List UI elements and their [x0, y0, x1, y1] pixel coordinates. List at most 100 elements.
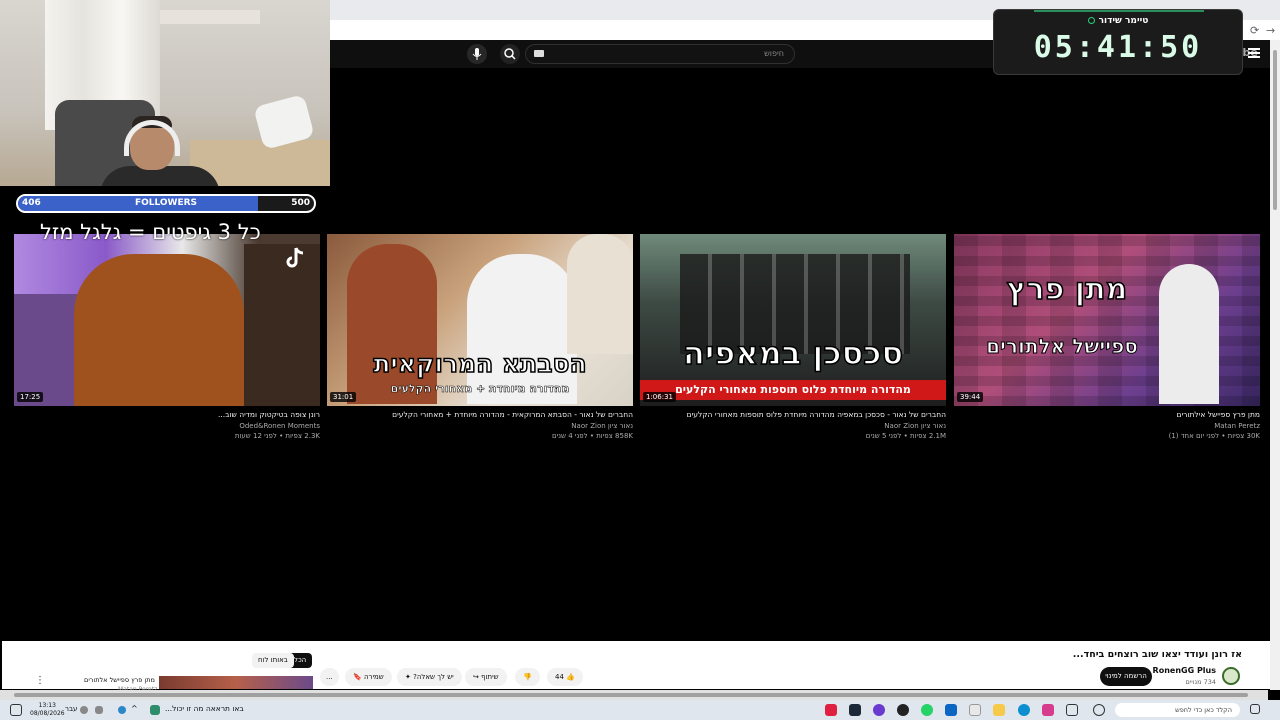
vertical-scrollbar[interactable] [1270, 40, 1280, 690]
start-icon[interactable] [1250, 704, 1260, 714]
video-card[interactable]: סכסכן במאפיה מהדורה מיוחדת פלוס תוספות מ… [640, 234, 946, 446]
mic-icon [472, 48, 482, 60]
search-placeholder: חיפוש [764, 49, 784, 58]
watch-page-info: אז רונן ועודד יצאו שוב רוצחים ביחד... Ro… [2, 641, 1270, 693]
sparkle-icon: ✦ [405, 673, 411, 681]
grandmother-figure [567, 234, 633, 354]
thumb-title-bottom: מהדורה מיוחדת פלוס תוספות מאחורי הקלעים [675, 383, 911, 396]
edge-icon[interactable] [1018, 704, 1030, 716]
language-indicator[interactable]: עבר [65, 705, 77, 713]
cloud-icon[interactable] [118, 706, 126, 714]
video-channel[interactable]: Oded&Ronen Moments [239, 422, 320, 430]
store-icon[interactable] [969, 704, 981, 716]
up-next-title[interactable]: מתן פרץ ספיישל אלתורים [84, 676, 155, 684]
video-thumbnail[interactable]: 17:25 [14, 234, 320, 406]
save-button[interactable]: שמירה 🔖 [345, 668, 392, 686]
taskbar-search[interactable]: הקלד כאן כדי לחפש [1115, 703, 1240, 717]
kebab-menu-icon[interactable]: ⋮ [35, 675, 45, 686]
followers-goal: 500 [291, 198, 310, 208]
cortana-icon[interactable] [1093, 704, 1105, 716]
webcam-feed [0, 0, 330, 186]
steam-icon[interactable] [849, 704, 861, 716]
thumb-title-top: הסבתא המרוקאית [373, 348, 588, 379]
search-icon [504, 48, 516, 60]
like-button[interactable]: 👍 44 [547, 668, 583, 686]
video-meta: 858K צפיות • לפני 4 שנים [552, 432, 633, 440]
horizontal-scrollbar[interactable] [0, 690, 1268, 700]
horizontal-scroll-thumb[interactable] [14, 693, 1248, 697]
keyboard-icon[interactable] [534, 50, 544, 57]
video-duration: 1:06:31 [643, 392, 676, 402]
ask-button[interactable]: יש לך שאלה? ✦ [397, 668, 462, 686]
save-label: שמירה [363, 673, 384, 681]
video-duration: 17:25 [17, 392, 44, 402]
video-title[interactable]: רונן צופה בטיקטוק ומדיה שוב... [14, 410, 320, 419]
refresh-icon[interactable]: ⟳ [1250, 24, 1259, 37]
more-actions-button[interactable]: ... [320, 668, 339, 686]
chip-related[interactable]: באותו לוח [252, 653, 294, 668]
channel-avatar[interactable] [1222, 667, 1240, 685]
video-title[interactable]: מתן פרץ ספיישל אילתורים [954, 410, 1260, 419]
video-thumbnail[interactable]: הסבתא המרוקאית מהדורה מיוחדת + מאחורי הק… [327, 234, 633, 406]
wall-lamp [160, 10, 260, 24]
share-button[interactable]: שיתוף ↪ [465, 668, 507, 686]
thumb-title-bottom: מהדורה מיוחדת + מאחורי הקלעים [390, 382, 570, 396]
taskbar-search-placeholder: הקלד כאן כדי לחפש [1175, 706, 1232, 714]
video-meta: 2.3K צפיות • לפני 12 שעות [234, 432, 320, 440]
video-thumbnail[interactable]: סכסכן במאפיה מהדורה מיוחדת פלוס תוספות מ… [640, 234, 946, 406]
subscribe-button[interactable]: הרשמה למינוי [1100, 667, 1152, 686]
app-icon-blue[interactable] [945, 704, 957, 716]
stream-timer: טיימר שידור 05:41:50 [993, 9, 1243, 75]
back-arrow-icon[interactable]: → [1266, 24, 1275, 37]
mic-button[interactable] [467, 44, 487, 64]
whatsapp-icon[interactable] [921, 704, 933, 716]
app-icon-red[interactable] [825, 704, 837, 716]
thumb-title-bottom: ספיישל אלתורים [986, 334, 1139, 359]
video-thumbnail[interactable]: מתן פרץ ספיישל אלתורים 39:44 [954, 234, 1260, 406]
taskbar-active-window[interactable]: ...באו תראאה מה זו יכול [165, 704, 244, 713]
file-explorer-icon[interactable] [993, 704, 1005, 716]
thumb-title-top: סכסכן במאפיה [682, 333, 904, 373]
thumbs-down-icon: 👎 [523, 673, 532, 681]
timer-accent-line [1034, 10, 1204, 12]
video-meta: 2.1M צפיות • לפני 5 שנים [865, 432, 946, 440]
tiktok-logo-icon [282, 244, 310, 272]
video-channel[interactable]: Matan Peretz [1214, 422, 1260, 430]
share-label: שיתוף [481, 673, 499, 681]
notification-icon[interactable] [10, 704, 22, 716]
woman-figure [347, 244, 437, 404]
video-channel[interactable]: נאור ציון Naor Zion [884, 422, 946, 430]
video-card[interactable]: 17:25 רונן צופה בטיקטוק ומדיה שוב... Ode… [14, 234, 320, 446]
thumb-title-top: מתן פרץ [1006, 271, 1128, 308]
video-title[interactable]: החברים של נאור - סכסכן במאפיה מהדורה מיו… [640, 410, 946, 419]
clock-time: 13:13 [38, 702, 56, 709]
chevron-up-icon[interactable]: ^ [131, 704, 143, 716]
channel-name[interactable]: RonenGG Plus [1153, 666, 1216, 675]
video-card[interactable]: הסבתא המרוקאית מהדורה מיוחדת + מאחורי הק… [327, 234, 633, 446]
video-duration: 31:01 [330, 392, 357, 402]
followers-label: FOLLOWERS [134, 198, 198, 208]
obs-icon[interactable] [897, 704, 909, 716]
hamburger-menu-icon[interactable] [1248, 48, 1260, 58]
vertical-scroll-thumb[interactable] [1273, 50, 1277, 210]
subscriber-count: 734 מנויים [1185, 678, 1217, 686]
search-input[interactable]: חיפוש [525, 44, 795, 64]
video-meta: 30K צפיות • לפני יום אחד (1) [1168, 432, 1260, 440]
video-title[interactable]: החברים של נאור - הסבתא המרוקאית - מהדורה… [327, 410, 633, 419]
network-icon[interactable] [95, 706, 103, 714]
search-button[interactable] [500, 44, 520, 64]
dislike-button[interactable]: 👎 [515, 668, 540, 686]
taskbar-clock[interactable]: 13:13 08/08/2026 [30, 702, 65, 718]
up-next-thumbnail[interactable] [159, 676, 313, 689]
followers-goal-bar: 406 FOLLOWERS 500 [16, 194, 316, 213]
volume-icon[interactable] [80, 706, 88, 714]
app-icon-pink[interactable] [1042, 704, 1054, 716]
bookmark-icon: 🔖 [353, 673, 362, 681]
video-card[interactable]: מתן פרץ ספיישל אלתורים 39:44 מתן פרץ ספי… [954, 234, 1260, 446]
video-channel[interactable]: נאור ציון Naor Zion [571, 422, 633, 430]
ask-label: יש לך שאלה? [413, 673, 454, 681]
video-main-title: אז רונן ועודד יצאו שוב רוצחים ביחד... [1072, 649, 1242, 660]
twitch-icon[interactable] [873, 704, 885, 716]
task-view-icon[interactable] [1066, 704, 1078, 716]
streamer-reacting [74, 254, 244, 406]
